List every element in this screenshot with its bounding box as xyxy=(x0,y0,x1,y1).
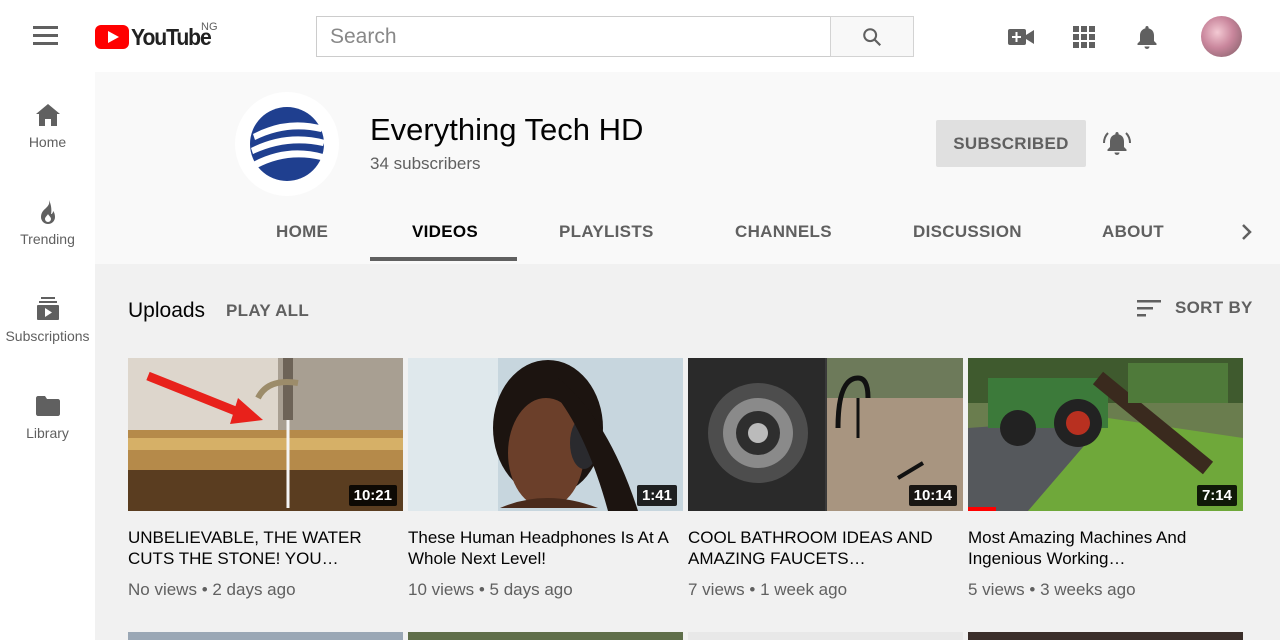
tab-discussion[interactable]: DISCUSSION xyxy=(913,222,1022,242)
sort-by-label: SORT BY xyxy=(1175,298,1253,317)
trending-icon xyxy=(40,200,55,224)
search-icon xyxy=(863,27,882,46)
user-avatar[interactable] xyxy=(1201,16,1242,57)
tab-home[interactable]: HOME xyxy=(276,222,328,242)
video-card[interactable]: 1:41 These Human Headphones Is At A Whol… xyxy=(408,358,683,600)
sidebar-item-label: Library xyxy=(26,425,69,441)
tab-about[interactable]: ABOUT xyxy=(1102,222,1164,242)
videos-section: Uploads PLAY ALL SORT BY 10:21 UNBELIEVA… xyxy=(95,264,1280,640)
video-title[interactable]: Most Amazing Machines And Ingenious Work… xyxy=(968,527,1233,569)
sidebar-item-trending[interactable]: Trending xyxy=(0,198,95,247)
video-meta: 10 views • 5 days ago xyxy=(408,580,573,599)
video-thumbnail-partial[interactable] xyxy=(128,632,403,640)
view-count: No views xyxy=(128,580,197,599)
channel-tabs: HOME VIDEOS PLAYLISTS CHANNELS DISCUSSIO… xyxy=(95,212,1280,264)
video-title[interactable]: These Human Headphones Is At A Whole Nex… xyxy=(408,527,673,569)
menu-icon[interactable] xyxy=(33,26,61,48)
sidebar-item-library[interactable]: Library xyxy=(0,392,95,441)
video-thumbnail-partial[interactable] xyxy=(688,632,963,640)
view-count: 7 views xyxy=(688,580,745,599)
bell-ringing-icon xyxy=(1103,132,1131,155)
search-placeholder: Search xyxy=(330,24,397,48)
video-thumbnail[interactable]: 7:14 xyxy=(968,358,1243,511)
video-card[interactable]: 7:14 Most Amazing Machines And Ingenious… xyxy=(968,358,1243,600)
tabs-next-button[interactable] xyxy=(1237,222,1257,242)
video-duration: 1:41 xyxy=(636,485,677,506)
video-duration: 7:14 xyxy=(1196,485,1237,506)
home-icon xyxy=(35,104,60,126)
folder-icon xyxy=(35,396,60,416)
search-input[interactable]: Search xyxy=(316,16,831,57)
apps-grid-icon xyxy=(1073,26,1095,48)
bell-icon xyxy=(1137,26,1157,49)
video-meta: No views • 2 days ago xyxy=(128,580,296,599)
search-button[interactable] xyxy=(830,16,914,57)
upload-age: 3 weeks ago xyxy=(1040,580,1136,599)
create-video-button[interactable] xyxy=(1006,22,1036,52)
view-count: 5 views xyxy=(968,580,1025,599)
upload-age: 2 days ago xyxy=(212,580,296,599)
channel-notification-button[interactable] xyxy=(1101,127,1133,159)
tab-channels[interactable]: CHANNELS xyxy=(735,222,832,242)
video-title[interactable]: COOL BATHROOM IDEAS AND AMAZING FAUCETS… xyxy=(688,527,953,569)
country-code: NG xyxy=(201,21,218,33)
sidebar-item-home[interactable]: Home xyxy=(0,101,95,150)
upload-age: 5 days ago xyxy=(489,580,573,599)
video-thumbnail[interactable]: 1:41 xyxy=(408,358,683,511)
youtube-logo[interactable]: YouTube xyxy=(95,24,218,50)
video-duration: 10:21 xyxy=(348,485,397,506)
apps-button[interactable] xyxy=(1069,22,1099,52)
logo-text: YouTube xyxy=(131,23,212,50)
sort-by-button[interactable]: SORT BY xyxy=(1137,298,1253,318)
video-thumbnail-partial[interactable] xyxy=(408,632,683,640)
sidebar-item-subscriptions[interactable]: Subscriptions xyxy=(0,295,95,344)
video-card[interactable]: 10:14 COOL BATHROOM IDEAS AND AMAZING FA… xyxy=(688,358,963,600)
sidebar-item-label: Trending xyxy=(20,231,75,247)
video-meta: 5 views • 3 weeks ago xyxy=(968,580,1136,599)
chevron-right-icon xyxy=(1242,224,1252,240)
video-duration: 10:14 xyxy=(908,485,957,506)
subscriptions-icon xyxy=(36,297,59,320)
tab-videos[interactable]: VIDEOS xyxy=(412,222,478,242)
watched-progress-bar xyxy=(968,507,996,511)
channel-name: Everything Tech HD xyxy=(370,112,644,147)
uploads-title: Uploads xyxy=(128,299,206,322)
sort-icon xyxy=(1137,300,1161,317)
youtube-play-icon xyxy=(95,25,129,49)
video-thumbnail[interactable]: 10:21 xyxy=(128,358,403,511)
video-card[interactable]: 10:21 UNBELIEVABLE, THE WATER CUTS THE S… xyxy=(128,358,403,600)
channel-avatar[interactable] xyxy=(235,92,339,196)
sidebar-item-label: Home xyxy=(28,134,67,150)
video-title[interactable]: UNBELIEVABLE, THE WATER CUTS THE STONE! … xyxy=(128,527,393,569)
video-meta: 7 views • 1 week ago xyxy=(688,580,848,599)
video-thumbnail-partial[interactable] xyxy=(968,632,1243,640)
video-thumbnail[interactable]: 10:14 xyxy=(688,358,963,511)
upload-age: 1 week ago xyxy=(760,580,848,599)
notifications-button[interactable] xyxy=(1132,22,1162,52)
top-bar: YouTube NG Search xyxy=(0,0,1280,72)
sidebar: Home Trending Subscriptions Library xyxy=(0,72,95,640)
view-count: 10 views xyxy=(408,580,475,599)
subscribed-button[interactable]: SUBSCRIBED xyxy=(936,120,1086,167)
channel-header: Everything Tech HD 34 subscribers SUBSCR… xyxy=(95,72,1280,264)
sidebar-item-label: Subscriptions xyxy=(5,328,90,344)
subscriber-count: 34 subscribers xyxy=(370,154,481,173)
active-tab-indicator xyxy=(370,257,517,261)
play-all-button[interactable]: PLAY ALL xyxy=(226,301,309,321)
channel-logo-icon xyxy=(250,107,325,181)
video-camera-icon xyxy=(1008,29,1034,45)
tab-playlists[interactable]: PLAYLISTS xyxy=(559,222,654,242)
